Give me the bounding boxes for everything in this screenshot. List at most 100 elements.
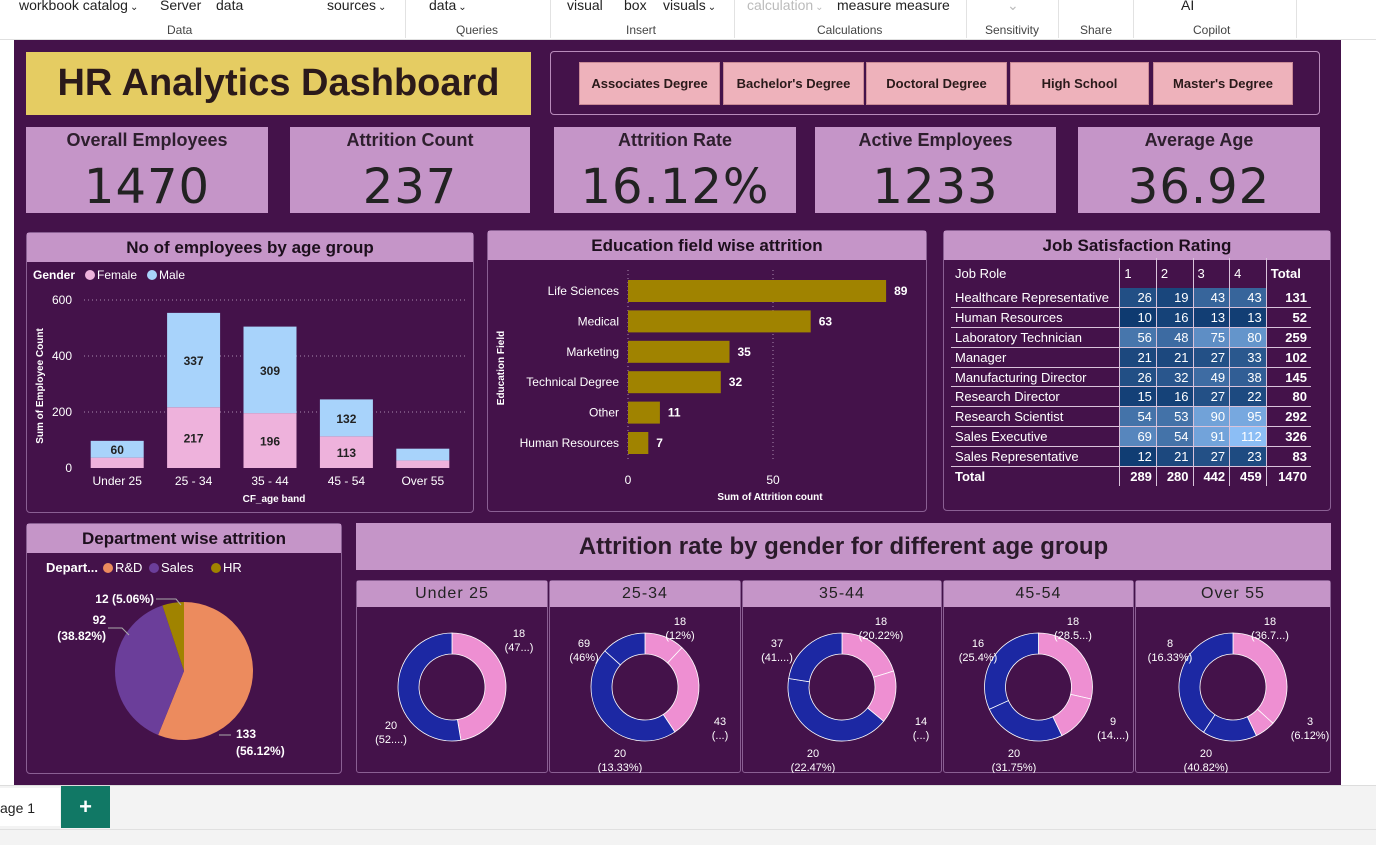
matrix-header-total[interactable]: Total: [1265, 258, 1311, 288]
matrix-row[interactable]: Sales Executive 69 54 91 112 326: [951, 426, 1311, 447]
slicer-button-bachelors-degree[interactable]: Bachelor's Degree: [723, 62, 864, 105]
data-label-sales-pct: (38.82%): [57, 629, 106, 643]
ribbon-item-box[interactable]: box: [624, 0, 647, 13]
ribbon-item-calculation[interactable]: calculation ⌄: [747, 0, 824, 13]
donut-label-value: 3: [1307, 716, 1313, 728]
matrix-row[interactable]: Human Resources 10 16 13 13 52: [951, 307, 1311, 329]
matrix-header-rating-4[interactable]: 4: [1229, 258, 1267, 288]
donut-label-pct: (14....): [1097, 730, 1129, 742]
donut-label-pct: (22.47%): [791, 762, 836, 773]
matrix-cell-value: 38: [1229, 367, 1267, 388]
slicer-button-high-school[interactable]: High School: [1010, 62, 1149, 105]
matrix-row[interactable]: Manufacturing Director 26 32 49 38 145: [951, 367, 1311, 388]
matrix-cell-value: 49: [1192, 367, 1230, 388]
donut-chart-35-44[interactable]: 18 (20.22%) 14 (...) 20 (22.47%) 37 (41....): [743, 607, 941, 773]
slicer-button-doctoral-degree[interactable]: Doctoral Degree: [866, 62, 1007, 105]
sensitivity-chevron-icon[interactable]: ⌄: [1007, 0, 1019, 14]
ribbon-group-sensitivity: Sensitivity: [985, 23, 1040, 37]
matrix-row[interactable]: Healthcare Representative 26 19 43 43 131: [951, 288, 1311, 309]
matrix-cell-value: 16: [1155, 386, 1194, 408]
ribbon: workbook catalog ⌄ Server data sources ⌄ d…: [0, 0, 1376, 40]
matrix-row[interactable]: Research Director 15 16 27 22 80: [951, 386, 1311, 408]
donut-chart-under-25[interactable]: 18 (47...) 20 (52....): [357, 607, 547, 773]
matrix-cell-total: 1470: [1265, 466, 1311, 486]
x-axis-title: Sum of Attrition count: [717, 492, 823, 503]
donut-label-pct: (40.82%): [1184, 762, 1229, 773]
matrix-row[interactable]: Laboratory Technician 56 48 75 80 259: [951, 327, 1311, 348]
kpi-value: 1470: [83, 159, 211, 215]
matrix-cell-value: 15: [1119, 386, 1157, 408]
ribbon-item-sources[interactable]: sources ⌄: [327, 0, 386, 13]
bar-attrition: [628, 432, 649, 454]
matrix-cell-value: 289: [1119, 466, 1157, 486]
kpi-value: 16.12%: [580, 159, 770, 215]
matrix-header-rating-3[interactable]: 3: [1192, 258, 1230, 288]
matrix-row[interactable]: Sales Representative 12 21 27 23 83: [951, 446, 1311, 467]
page-tab-page-1[interactable]: age 1: [0, 788, 60, 826]
donut-label-value: 8: [1167, 638, 1173, 650]
donut-panel-35-44: 35-44 18 (20.22%) 14 (...) 20 (22.47%) 37 (41..…: [742, 580, 942, 773]
matrix-cell-job-role: Research Scientist: [951, 406, 1120, 428]
matrix-cell-job-role: Sales Representative: [951, 446, 1120, 467]
ribbon-item-ai[interactable]: AI: [1181, 0, 1194, 13]
matrix-header-rating-1[interactable]: 1: [1119, 258, 1157, 288]
matrix-cell-value: 43: [1192, 288, 1230, 309]
donut-chart-45-54[interactable]: 18 (28.5...) 9 (14....) 20 (31.75%) 16 (25.4%): [944, 607, 1133, 773]
ribbon-group-queries: Queries: [456, 23, 499, 37]
ribbon-separator: [1058, 0, 1059, 38]
age-group-chart[interactable]: Gender Female Male 0 200 400 600 Sum of Employe…: [26, 262, 474, 512]
matrix-cell-job-role: Healthcare Representative: [951, 288, 1120, 309]
matrix-cell-job-role: Manager: [951, 347, 1120, 368]
ribbon-item-measure[interactable]: measure measure: [837, 0, 950, 13]
kpi-label: Attrition Rate: [618, 130, 732, 150]
donut-label-value: 20: [614, 748, 626, 760]
matrix-cell-value: 21: [1155, 446, 1194, 467]
donut-label-value: 18: [674, 616, 686, 628]
donut-panel-45-54: 45-54 18 (28.5...) 9 (14....) 20 (31.75%) 16 (2…: [943, 580, 1134, 773]
matrix-cell-job-role: Human Resources: [951, 307, 1120, 329]
matrix-row[interactable]: Research Scientist 54 53 90 95 292: [951, 406, 1311, 428]
donut-chart-25-34[interactable]: 18 (12%) 43 (...) 20 (13.33%) 69 (46%): [550, 607, 740, 773]
x-tick-label: Over 55: [401, 474, 444, 488]
slicer-button-associates-degree[interactable]: Associates Degree: [579, 62, 720, 105]
x-tick-label: 35 - 44: [251, 474, 289, 488]
donut-chart-over-55[interactable]: 18 (36.7...) 3 (6.12%) 20 (40.82%) 8 (16.33%): [1136, 607, 1330, 773]
ribbon-item-data[interactable]: data: [216, 0, 243, 13]
y-axis-title: Sum of Employee Count: [35, 328, 46, 444]
donut-panel-over-55: Over 55 18 (36.7...) 3 (6.12%) 20 (40.82%) 8 (1…: [1135, 580, 1331, 773]
ribbon-item-server[interactable]: Server: [160, 0, 201, 13]
legend-swatch-hr: [211, 563, 221, 573]
kpi-value: 1233: [872, 159, 999, 215]
ribbon-item-transform-data[interactable]: data ⌄: [429, 0, 467, 13]
matrix-header-job-role[interactable]: Job Role: [951, 258, 1120, 288]
donut-segment-female: [451, 632, 507, 741]
matrix-total-row[interactable]: Total 289 280 442 459 1470: [951, 466, 1311, 486]
page-tab-bar: [0, 785, 1376, 845]
ribbon-separator: [1133, 0, 1134, 38]
bar-female: [396, 460, 450, 468]
job-satisfaction-matrix[interactable]: Job Role 1 2 3 4 Total Healthcare Repres…: [951, 258, 1311, 486]
data-label: 7: [656, 436, 663, 450]
data-label-rnd-pct: (56.12%): [236, 744, 285, 758]
slicer-button-masters-degree[interactable]: Master's Degree: [1153, 62, 1293, 105]
matrix-row[interactable]: Manager 21 21 27 33 102: [951, 347, 1311, 368]
matrix-cell-job-role: Total: [955, 468, 986, 484]
kpi-label: Attrition Count: [346, 130, 474, 150]
donut-label-pct: (41....): [761, 652, 793, 664]
x-tick-label: 45 - 54: [328, 474, 366, 488]
ribbon-item-visuals[interactable]: visuals ⌄: [663, 0, 716, 13]
donut-segment-male: [1178, 632, 1234, 733]
matrix-cell-value: 54: [1119, 406, 1157, 428]
bar-attrition: [628, 371, 721, 394]
matrix-header-rating-2[interactable]: 2: [1155, 258, 1194, 288]
matrix-cell-value: 16: [1155, 307, 1194, 329]
add-page-button[interactable]: +: [61, 786, 110, 828]
donut-label-value: 18: [1264, 616, 1276, 628]
education-attrition-chart[interactable]: 0 50 Sum of Attrition count Education Field…: [487, 260, 927, 510]
donut-label-value: 18: [875, 616, 887, 628]
ribbon-item-visual[interactable]: visual: [567, 0, 603, 13]
data-label: 32: [729, 375, 743, 389]
ribbon-item-workbook-catalog[interactable]: workbook catalog ⌄: [19, 0, 138, 13]
donut-segment-male: [988, 700, 1063, 742]
department-attrition-chart[interactable]: Depart... R&D Sales HR 133 (56.12%) 92 (38.82%)…: [26, 553, 342, 773]
